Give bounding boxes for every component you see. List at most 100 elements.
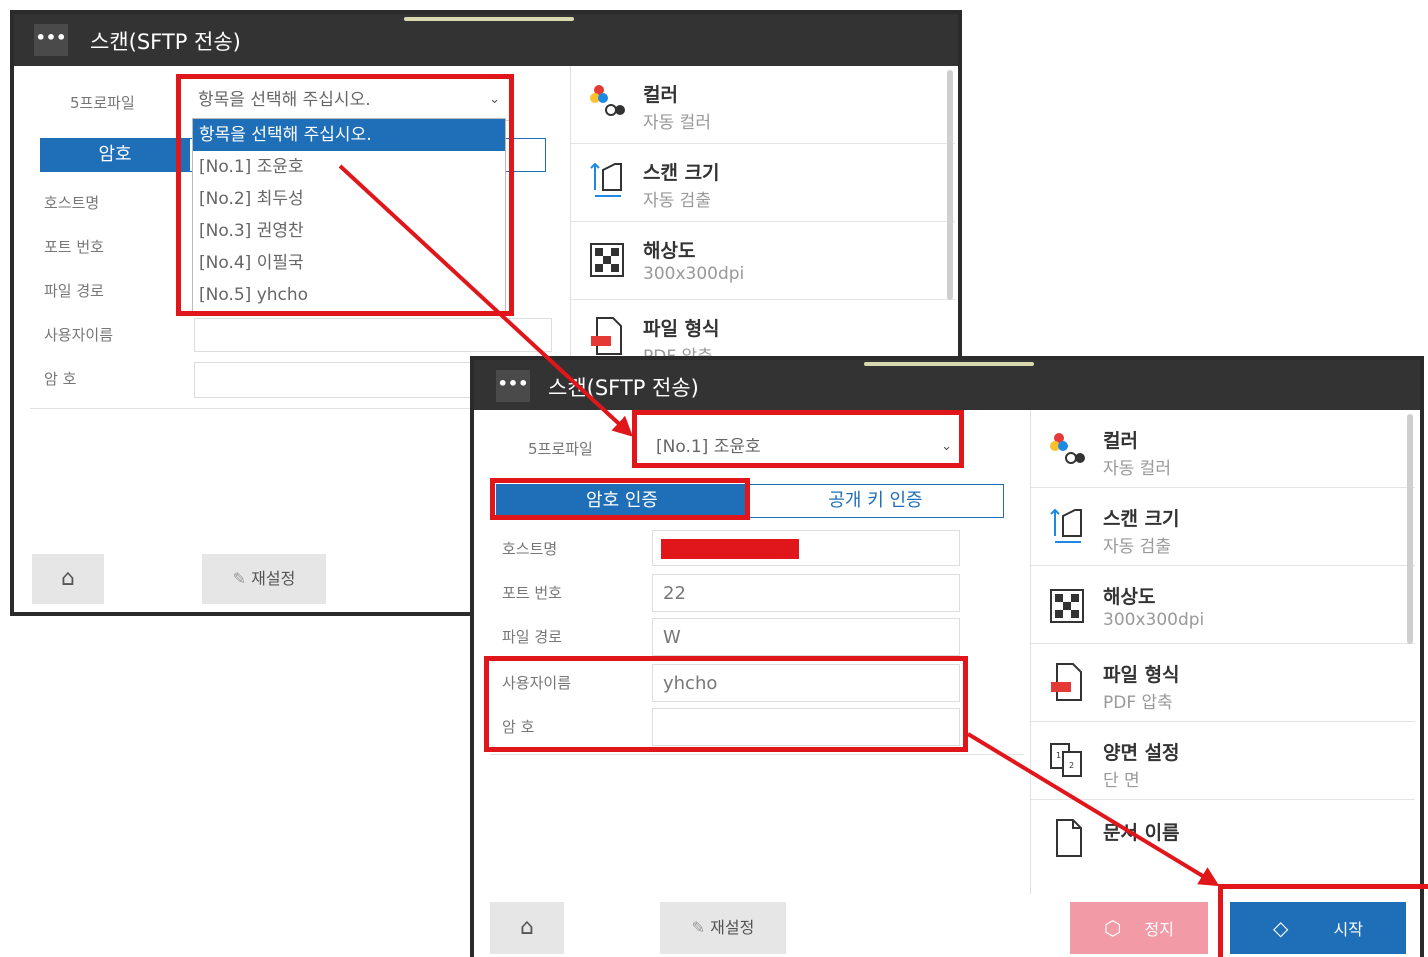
color-icon [590, 85, 625, 116]
chevron-down-icon: ⌄ [941, 439, 952, 454]
scan-size-icon [1050, 508, 1082, 543]
settings-panel: 컬러 자동 컬러 스캔 크기 자동 검출 해상도 300x300dpi 파일 형… [570, 66, 955, 378]
setting-color[interactable]: 컬러 자동 컬러 [1031, 410, 1415, 488]
status-strip [404, 17, 574, 21]
profile-select[interactable]: [No.1] 조윤호 ⌄ [650, 430, 962, 465]
profile-option[interactable]: [No.1] 조윤호 [193, 151, 505, 183]
stop-icon: ⬡ [1103, 916, 1122, 940]
ellipsis-icon[interactable]: ••• [496, 370, 530, 402]
home-icon: ⌂ [520, 915, 534, 940]
window-title: 스캔(SFTP 전송) [548, 376, 699, 400]
start-label: 시작 [1333, 920, 1363, 939]
start-button[interactable]: ◇ 시작 [1230, 902, 1406, 954]
path-label: 파일 경로 [44, 282, 104, 300]
setting-title: 스캔 크기 [1103, 508, 1180, 530]
port-label: 포트 번호 [44, 238, 104, 256]
redacted-host-value [661, 539, 799, 559]
tab-password-auth[interactable]: 암호 인증 [496, 484, 748, 518]
tab-public-key-auth[interactable]: 공개 키 인증 [748, 484, 1004, 518]
setting-title: 컬러 [643, 84, 678, 106]
title-bar: ••• 스캔(SFTP 전송) [474, 360, 1420, 410]
setting-title: 양면 설정 [1103, 742, 1180, 764]
host-label: 호스트명 [502, 540, 558, 558]
host-label: 호스트명 [44, 194, 100, 212]
setting-title: 컬러 [1103, 430, 1138, 452]
scrollbar[interactable] [1407, 414, 1413, 644]
profile-dropdown-list: 항목을 선택해 주십시오. [No.1] 조윤호 [No.2] 최두성 [No.… [192, 118, 506, 316]
setting-file-format[interactable]: 파일 형식 PDF 압축 [1031, 644, 1415, 722]
resolution-icon [590, 243, 624, 277]
home-icon: ⌂ [61, 566, 75, 591]
reset-label: 재설정 [251, 569, 296, 588]
resolution-icon [1050, 589, 1084, 623]
setting-resolution[interactable]: 해상도 300x300dpi [571, 222, 955, 300]
username-field[interactable] [194, 318, 552, 352]
setting-color[interactable]: 컬러 자동 컬러 [571, 66, 955, 144]
reset-button[interactable]: ✎ 재설정 [660, 902, 786, 954]
home-button[interactable]: ⌂ [32, 554, 104, 604]
home-button[interactable]: ⌂ [490, 902, 564, 954]
username-field[interactable]: yhcho [652, 664, 960, 702]
port-field[interactable]: 22 [652, 574, 960, 612]
setting-title: 스캔 크기 [643, 162, 720, 184]
svg-text:1: 1 [1056, 751, 1061, 760]
chevron-down-icon: ⌄ [489, 92, 500, 107]
file-format-icon [591, 317, 622, 355]
path-label: 파일 경로 [502, 628, 562, 646]
title-bar: ••• 스캔(SFTP 전송) [14, 14, 958, 66]
setting-scan-size[interactable]: 스캔 크기 자동 검출 [571, 144, 955, 222]
setting-value: 단 면 [1103, 771, 1140, 791]
profile-option[interactable]: [No.5] yhcho [193, 279, 505, 311]
reset-label: 재설정 [710, 918, 755, 937]
scrollbar[interactable] [947, 70, 953, 300]
profile-option[interactable]: [No.4] 이필국 [193, 247, 505, 279]
password-label: 암 호 [44, 370, 77, 388]
auth-tabs: 암호 인증 공개 키 인증 [496, 484, 1004, 518]
setting-document-name[interactable]: 문서 이름 [1031, 800, 1415, 878]
setting-title: 문서 이름 [1103, 822, 1180, 844]
profile-option[interactable]: [No.2] 최두성 [193, 183, 505, 215]
file-format-icon [1051, 663, 1082, 701]
color-icon [1050, 433, 1085, 464]
status-strip [864, 362, 1034, 366]
reset-button[interactable]: ✎ 재설정 [202, 554, 326, 604]
profile-select-value: [No.1] 조윤호 [656, 437, 761, 457]
pencil-icon: ✎ [232, 569, 247, 588]
setting-title: 해상도 [1103, 586, 1156, 608]
profile-label: 5프로파일 [70, 94, 135, 112]
path-field[interactable]: W [652, 618, 960, 656]
ellipsis-icon[interactable]: ••• [34, 24, 68, 56]
stop-label: 정지 [1144, 920, 1174, 939]
setting-value: 자동 컬러 [1103, 459, 1171, 479]
host-field[interactable] [652, 530, 960, 566]
scan-size-icon [590, 162, 622, 197]
profile-label: 5프로파일 [528, 440, 593, 458]
profile-option[interactable]: 항목을 선택해 주십시오. [193, 119, 505, 151]
setting-scan-size[interactable]: 스캔 크기 자동 검출 [1031, 488, 1415, 566]
document-icon [1056, 819, 1082, 857]
setting-value: 300x300dpi [643, 264, 745, 284]
settings-panel: 컬러 자동 컬러 스캔 크기 자동 검출 해상도 300x300dpi 파일 형… [1030, 410, 1415, 894]
setting-duplex[interactable]: 1 2 양면 설정 단 면 [1031, 722, 1415, 800]
setting-value: 300x300dpi [1103, 610, 1205, 630]
pencil-icon: ✎ [691, 918, 706, 937]
window-title: 스캔(SFTP 전송) [90, 30, 241, 54]
start-icon: ◇ [1273, 916, 1289, 940]
user-label: 사용자이름 [502, 674, 572, 692]
setting-value: 자동 검출 [643, 191, 711, 211]
stop-button[interactable]: ⬡ 정지 [1070, 902, 1208, 954]
setting-title: 파일 형식 [1103, 664, 1180, 686]
profile-select[interactable]: 항목을 선택해 주십시오. ⌄ [194, 86, 510, 121]
setting-value: PDF 압축 [1103, 693, 1173, 713]
port-label: 포트 번호 [502, 584, 562, 602]
password-field[interactable] [652, 708, 960, 746]
profile-option[interactable]: [No.3] 권영찬 [193, 215, 505, 247]
profile-select-value: 항목을 선택해 주십시오. [198, 90, 371, 110]
setting-title: 파일 형식 [643, 318, 720, 340]
password-label: 암 호 [502, 718, 535, 736]
divider [490, 754, 1024, 755]
tab-password-auth[interactable]: 암호 [40, 138, 190, 172]
duplex-icon: 1 2 [1050, 743, 1082, 777]
setting-resolution[interactable]: 해상도 300x300dpi [1031, 566, 1415, 644]
svg-text:2: 2 [1069, 761, 1074, 770]
